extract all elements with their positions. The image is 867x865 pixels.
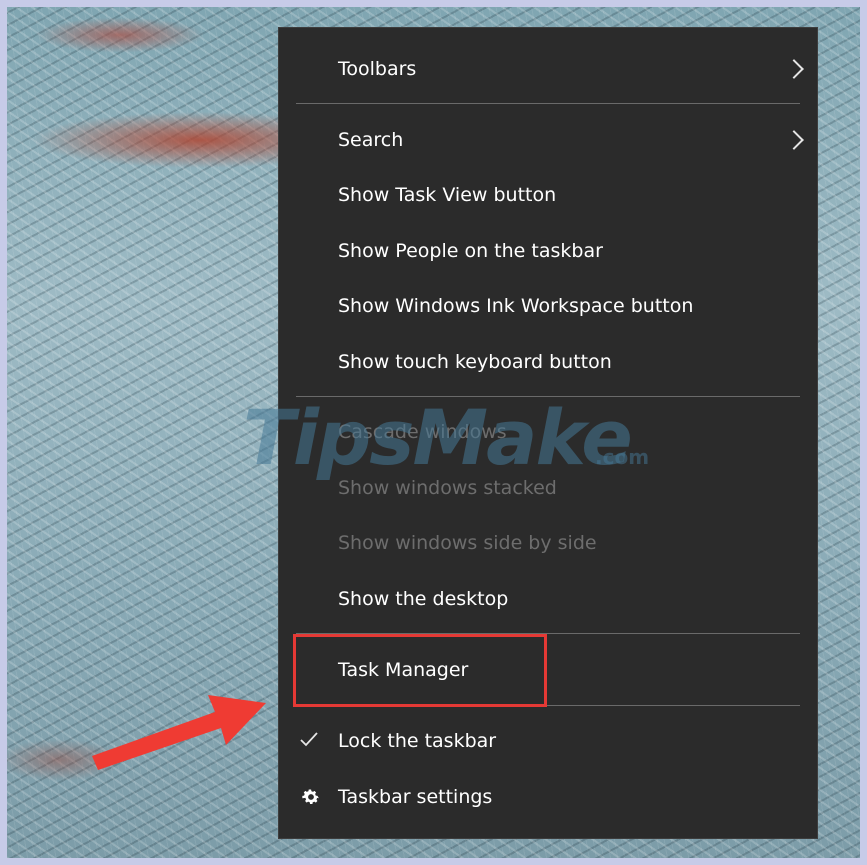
menu-item-windows-side-by-side: Show windows side by side	[279, 520, 817, 566]
menu-item-label: Task Manager	[338, 659, 469, 681]
menu-item-label: Show windows side by side	[338, 532, 597, 554]
checkmark-icon	[300, 732, 318, 747]
chevron-right-icon	[784, 130, 804, 150]
menu-item-label: Show Windows Ink Workspace button	[338, 295, 694, 317]
menu-item-label: Show People on the taskbar	[338, 240, 603, 262]
menu-item-toolbars[interactable]: Toolbars	[279, 46, 817, 92]
gear-icon	[302, 789, 319, 804]
menu-item-windows-stacked: Show windows stacked	[279, 465, 817, 511]
menu-item-label: Show touch keyboard button	[338, 351, 612, 373]
menu-item-show-touch-keyboard[interactable]: Show touch keyboard button	[279, 339, 817, 385]
menu-item-show-desktop[interactable]: Show the desktop	[279, 576, 817, 622]
menu-separator	[296, 103, 800, 104]
menu-item-cascade-windows: Cascade windows	[279, 409, 817, 455]
menu-item-label: Search	[338, 129, 404, 151]
menu-item-search[interactable]: Search	[279, 117, 817, 163]
menu-item-show-task-view-button[interactable]: Show Task View button	[279, 172, 817, 218]
chevron-right-icon	[784, 59, 804, 79]
menu-separator	[296, 396, 800, 397]
menu-item-label: Show the desktop	[338, 588, 509, 610]
menu-item-label: Show windows stacked	[338, 477, 557, 499]
menu-item-show-windows-ink[interactable]: Show Windows Ink Workspace button	[279, 283, 817, 329]
menu-item-taskbar-settings[interactable]: Taskbar settings	[279, 774, 817, 820]
menu-item-label: Lock the taskbar	[338, 730, 497, 752]
menu-item-label: Taskbar settings	[338, 786, 493, 808]
menu-separator	[296, 633, 800, 634]
menu-item-label: Toolbars	[338, 58, 417, 80]
taskbar-context-menu: Toolbars Search Show Task View button Sh…	[278, 27, 818, 839]
menu-item-label: Cascade windows	[338, 421, 507, 443]
menu-separator	[296, 705, 800, 706]
menu-item-label: Show Task View button	[338, 184, 557, 206]
menu-item-show-people[interactable]: Show People on the taskbar	[279, 228, 817, 274]
menu-item-lock-taskbar[interactable]: Lock the taskbar	[279, 718, 817, 764]
menu-item-task-manager[interactable]: Task Manager	[279, 647, 817, 693]
